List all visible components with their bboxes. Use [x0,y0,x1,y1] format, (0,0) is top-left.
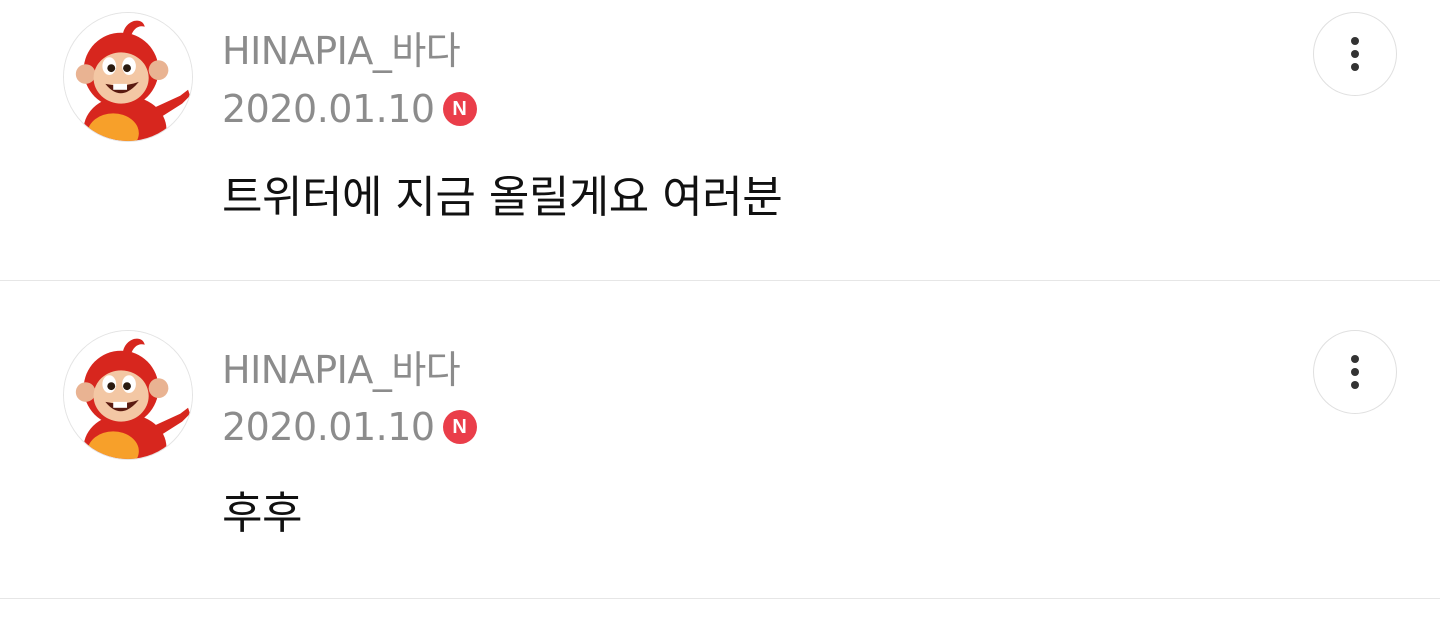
monkey-mascot-icon [64,13,192,141]
comment-list: HINAPIA_바다 2020.01.10 N 트위터에 지금 올릴게요 여러분 [0,0,1440,622]
monkey-mascot-icon [64,331,192,459]
more-vertical-icon [1351,355,1359,389]
more-options-button[interactable] [1313,12,1397,96]
comment-text: 트위터에 지금 올릴게요 여러분 [222,172,783,223]
avatar[interactable] [63,12,193,142]
more-vertical-icon [1351,37,1359,71]
new-badge: N [442,92,477,126]
comment-meta: 2020.01.10 N [222,404,477,450]
comment-author[interactable]: HINAPIA_바다 [222,28,461,74]
comment-date: 2020.01.10 [222,405,435,449]
more-options-button[interactable] [1313,330,1397,414]
comment-text: 후후 [222,488,302,539]
comment-author[interactable]: HINAPIA_바다 [222,347,461,393]
comment-item: HINAPIA_바다 2020.01.10 N 후후 [0,281,1440,599]
new-badge: N [442,410,477,444]
comment-date: 2020.01.10 [222,87,435,131]
comment-item: HINAPIA_바다 2020.01.10 N 트위터에 지금 올릴게요 여러분 [0,0,1440,281]
comment-meta: 2020.01.10 N [222,86,477,132]
avatar[interactable] [63,330,193,460]
